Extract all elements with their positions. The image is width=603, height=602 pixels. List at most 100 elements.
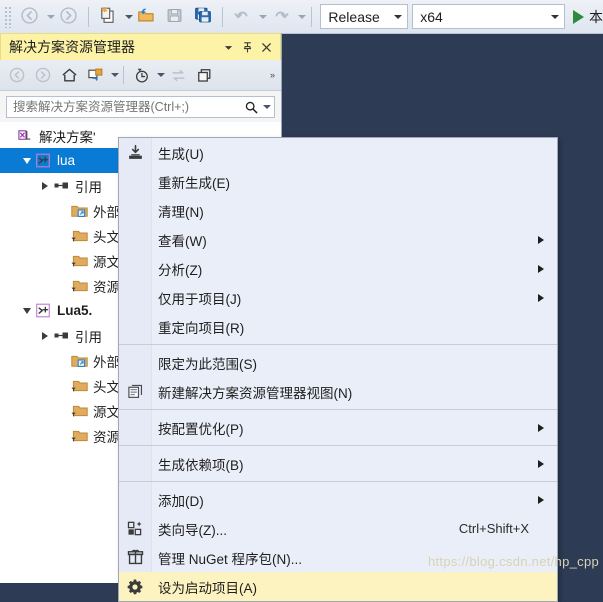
new-item-button[interactable] <box>94 4 122 30</box>
submenu-arrow-icon <box>538 264 544 273</box>
search-input[interactable] <box>13 100 244 114</box>
undo-button[interactable] <box>228 4 256 30</box>
close-icon[interactable] <box>257 38 276 57</box>
navigate-forward-button[interactable] <box>55 4 83 30</box>
submenu-arrow-icon <box>538 495 544 504</box>
filter-folder-icon <box>69 403 89 419</box>
context-menu-separator <box>119 445 557 446</box>
chevron-down-icon[interactable] <box>219 38 238 57</box>
solution-explorer-title: 解决方案资源管理器 <box>9 39 135 55</box>
context-menu-item[interactable]: 生成依赖项(B) <box>119 449 557 478</box>
solution-icon <box>15 128 35 144</box>
open-folder-icon <box>137 6 156 28</box>
tree-item-label: Lua5. <box>57 303 93 318</box>
menu-icon-placeholder <box>119 196 151 225</box>
new-item-dropdown-icon[interactable] <box>124 14 133 19</box>
toolbar-overflow-icon[interactable]: » <box>270 70 277 80</box>
expander-placeholder <box>56 279 69 292</box>
context-menu-item-label: 仅用于项目(J) <box>158 291 242 307</box>
context-menu-item[interactable]: 添加(D) <box>119 485 557 514</box>
save-all-button[interactable] <box>189 4 217 30</box>
back-arrow-icon[interactable] <box>4 63 30 87</box>
menu-icon-placeholder <box>119 283 151 312</box>
context-menu-item-label: 限定为此范围(S) <box>158 356 257 372</box>
class-wizard-icon <box>119 514 151 543</box>
toolbar-separator-1 <box>87 6 89 27</box>
solution-explorer-title-bar[interactable]: 解决方案资源管理器 <box>0 33 281 60</box>
expander-closed-icon[interactable] <box>38 329 51 342</box>
new-solution-explorer-view-icon <box>119 377 151 406</box>
context-menu-item-shortcut: Ctrl+Shift+X <box>458 521 529 536</box>
context-menu-item[interactable]: 查看(W) <box>119 225 557 254</box>
tree-item-label: 头文 <box>93 379 120 395</box>
menu-icon-placeholder <box>119 225 151 254</box>
context-menu-item[interactable]: 仅用于项目(J) <box>119 283 557 312</box>
expander-open-icon[interactable] <box>20 154 33 167</box>
context-menu-item-label: 重新生成(E) <box>158 175 230 191</box>
filter-folder-icon <box>69 253 89 269</box>
context-menu-item-label: 清理(N) <box>158 204 204 220</box>
context-menu-item[interactable]: 设为启动项目(A) <box>119 572 557 601</box>
home-icon[interactable] <box>56 63 82 87</box>
cpp-project-icon <box>33 153 53 169</box>
pending-changes-filter-icon[interactable] <box>128 63 154 87</box>
search-icon[interactable] <box>244 100 259 115</box>
context-menu-item[interactable]: 生成(U) <box>119 138 557 167</box>
context-menu-item[interactable]: 类向导(Z)... Ctrl+Shift+X <box>119 514 557 543</box>
filter-folder-icon <box>69 378 89 394</box>
toolbar-separator-2 <box>221 6 223 27</box>
expander-open-icon[interactable] <box>20 304 33 317</box>
context-menu-separator <box>119 409 557 410</box>
context-menu-item[interactable]: 重定向项目(R) <box>119 312 557 341</box>
main-toolbar: Release x64 本 <box>0 0 603 34</box>
solution-configuration-combobox[interactable]: Release <box>320 4 409 29</box>
tree-item-label: 引用 <box>75 329 102 345</box>
back-arrow-icon <box>21 6 38 27</box>
redo-dropdown-icon[interactable] <box>297 14 306 19</box>
open-file-button[interactable] <box>133 4 161 30</box>
undo-dropdown-icon[interactable] <box>258 14 267 19</box>
toolbar-drag-handle[interactable] <box>4 5 13 28</box>
tree-item-label: 源文 <box>93 404 120 420</box>
tree-item-label: 头文 <box>93 229 120 245</box>
context-menu-item[interactable]: 重新生成(E) <box>119 167 557 196</box>
context-menu-item-label: 重定向项目(R) <box>158 320 245 336</box>
search-box[interactable] <box>6 96 275 118</box>
project-context-menu[interactable]: 生成(U) 重新生成(E) 清理(N) 查看(W) 分析(Z) 仅用于项目(J) 重定向项目… <box>118 137 558 602</box>
forward-arrow-icon[interactable] <box>30 63 56 87</box>
redo-button[interactable] <box>267 4 295 30</box>
filter-dropdown-icon[interactable] <box>157 73 165 77</box>
forward-arrow-icon <box>60 6 77 27</box>
chevron-down-icon[interactable] <box>263 105 271 109</box>
solution-explorer-toolbar: » <box>0 60 281 91</box>
menu-icon-placeholder <box>119 254 151 283</box>
collapse-all-icon[interactable] <box>191 63 217 87</box>
chevron-down-icon <box>394 14 403 19</box>
solution-platform-combobox[interactable]: x64 <box>412 4 565 29</box>
context-menu-item[interactable]: 按配置优化(P) <box>119 413 557 442</box>
expander-closed-icon[interactable] <box>38 179 51 192</box>
tree-item-label: lua <box>57 153 76 168</box>
start-debug-label[interactable]: 本 <box>589 7 603 27</box>
navigate-backward-button[interactable] <box>16 4 44 30</box>
context-menu-item-label: 新建解决方案资源管理器视图(N) <box>158 385 353 401</box>
chevron-down-icon <box>550 14 559 19</box>
refresh-icon[interactable] <box>165 63 191 87</box>
play-icon[interactable] <box>572 9 584 24</box>
context-menu-item[interactable]: 管理 NuGet 程序包(N)... <box>119 543 557 572</box>
context-menu-item-label: 设为启动项目(A) <box>158 580 257 596</box>
toolbar-separator-3 <box>310 6 312 27</box>
context-menu-separator <box>119 481 557 482</box>
save-icon <box>166 7 183 27</box>
pin-icon[interactable] <box>238 38 257 57</box>
context-menu-item[interactable]: 限定为此范围(S) <box>119 348 557 377</box>
context-menu-item[interactable]: 清理(N) <box>119 196 557 225</box>
context-menu-item[interactable]: 新建解决方案资源管理器视图(N) <box>119 377 557 406</box>
new-item-icon <box>99 6 117 27</box>
navigate-backward-dropdown-icon[interactable] <box>46 14 55 19</box>
sync-with-active-document-icon[interactable] <box>82 63 108 87</box>
context-menu-item[interactable]: 分析(Z) <box>119 254 557 283</box>
submenu-arrow-icon <box>538 423 544 432</box>
save-button[interactable] <box>161 4 189 30</box>
sync-dropdown-icon[interactable] <box>111 73 119 77</box>
